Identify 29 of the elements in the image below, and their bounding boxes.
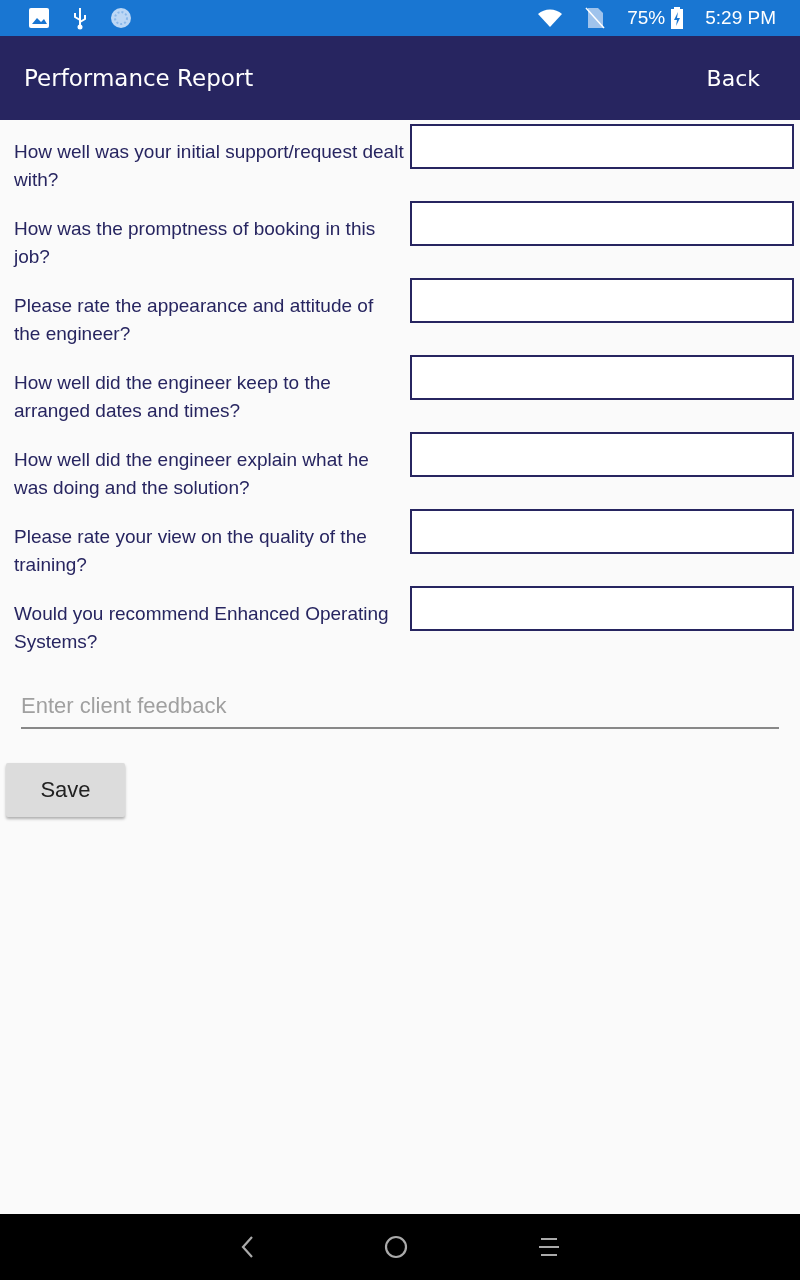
battery-charging-icon	[671, 7, 684, 29]
loading-icon	[110, 7, 132, 29]
answer-field[interactable]	[410, 201, 794, 246]
answer-field[interactable]	[410, 432, 794, 477]
clock-time: 5:29 PM	[705, 7, 776, 29]
page-title: Performance Report	[24, 65, 254, 91]
question-label: How well did the engineer explain what he was doing and the solution?	[14, 448, 370, 500]
back-nav-icon[interactable]	[240, 1235, 254, 1259]
question-label: Would you recommend Enhanced Operating Systems?	[14, 602, 390, 654]
back-button[interactable]: Back	[706, 65, 760, 91]
menu-icon[interactable]	[538, 1236, 560, 1258]
question-label: How was the promptness of booking in this job?	[14, 217, 377, 269]
answer-field[interactable]	[410, 278, 794, 323]
answer-field[interactable]	[410, 355, 794, 400]
usb-icon	[72, 6, 88, 30]
answer-field[interactable]	[410, 124, 794, 169]
image-icon	[28, 7, 50, 29]
question-label: Please rate your view on the quality of the training?	[14, 525, 368, 577]
home-nav-icon[interactable]	[384, 1235, 408, 1259]
question-label: How well did the engineer keep to the arranged dates and times?	[14, 371, 332, 423]
answer-field[interactable]	[410, 509, 794, 554]
question-label: Please rate the appearance and attitude of the engineer?	[14, 294, 375, 346]
save-button[interactable]: Save	[6, 763, 125, 817]
no-sim-icon	[585, 6, 606, 30]
battery-percentage: 75%	[627, 7, 666, 29]
question-label: How well was your initial support/request dealt with?	[14, 140, 404, 192]
feedback-field[interactable]: Enter client feedback	[21, 685, 779, 729]
wifi-icon	[537, 8, 564, 28]
answer-field[interactable]	[410, 586, 794, 631]
